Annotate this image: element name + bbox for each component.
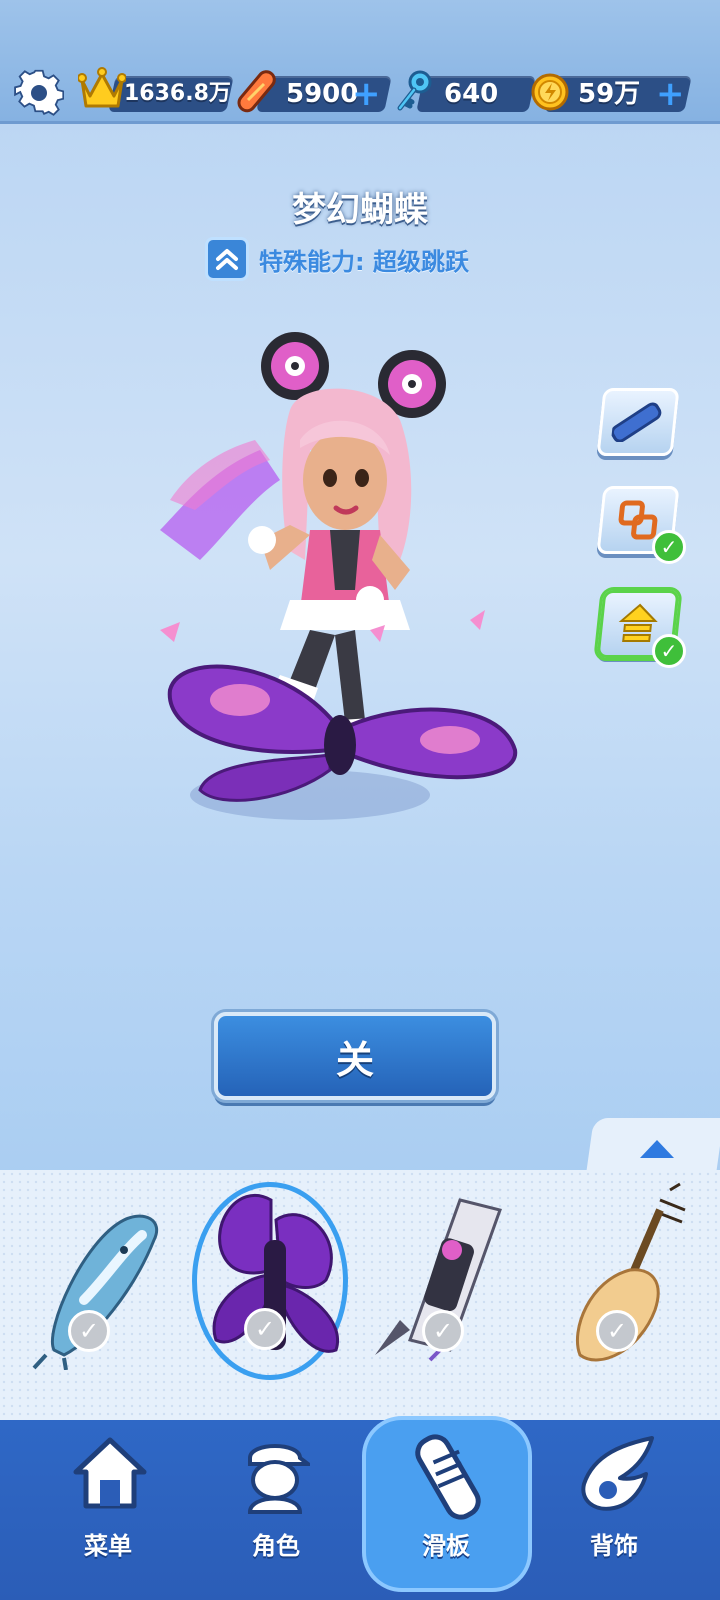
butterfly-owned-check-icon: ✓ — [244, 1308, 286, 1350]
nav-label-backpack: 背饰 — [590, 1532, 638, 1560]
board-name: 梦幻蝴蝶 — [292, 190, 428, 230]
upgrade-checked-icon: ✓ — [652, 634, 686, 668]
nav-label-menu: 菜单 — [84, 1532, 132, 1560]
crown-icon — [77, 66, 127, 116]
nav-item-backpack[interactable]: 背饰 — [534, 1430, 694, 1580]
character-icon — [247, 1444, 310, 1514]
chevron-up-icon[interactable] — [640, 1140, 674, 1158]
carousel-item-whale-board[interactable]: ✓ — [24, 1180, 184, 1370]
add-coins-button[interactable]: + — [656, 77, 685, 111]
carousel-item-butterfly-board[interactable]: ✓ — [196, 1180, 356, 1370]
special-ability: 特殊能力: 超级跳跃 — [205, 236, 469, 282]
pipa-owned-check-icon: ✓ — [596, 1310, 638, 1352]
nav-item-menu[interactable]: 菜单 — [28, 1430, 188, 1580]
wing-icon — [581, 1436, 654, 1511]
coin-icon — [530, 72, 570, 116]
carousel-item-pipa-board[interactable]: ✓ — [560, 1180, 720, 1370]
settings-gear-icon[interactable] — [14, 68, 65, 118]
keys-value: 640 — [444, 79, 499, 109]
coins-value: 59万 — [578, 79, 641, 109]
board-icon — [610, 402, 662, 442]
carousel-item-rocket-board[interactable]: ✓ — [370, 1180, 530, 1370]
hoverboard-currency-icon — [234, 70, 278, 118]
crowns-value: 1636.8万 — [124, 81, 231, 106]
nav-label-character: 角色 — [252, 1532, 300, 1560]
link-checked-icon: ✓ — [652, 530, 686, 564]
add-hoverboards-button[interactable]: + — [352, 77, 381, 111]
nav-item-character[interactable]: 角色 — [196, 1430, 356, 1580]
toggle-off-button[interactable]: 关 — [214, 1012, 496, 1100]
hoverboards-value: 5900 — [286, 79, 359, 109]
hoverboard-icon — [415, 1434, 481, 1520]
nav-label-hoverboard: 滑板 — [422, 1532, 470, 1560]
toggle-off-label: 关 — [335, 1037, 374, 1082]
double-chevron-up-icon — [205, 237, 249, 281]
ability-text: 特殊能力: 超级跳跃 — [259, 247, 469, 276]
house-icon — [73, 1437, 147, 1509]
whale-owned-check-icon: ✓ — [68, 1310, 110, 1352]
nav-item-hoverboard[interactable]: 滑板 — [366, 1430, 526, 1580]
key-icon — [394, 68, 436, 118]
board-select-button[interactable] — [596, 388, 680, 456]
rocket-owned-check-icon: ✓ — [422, 1310, 464, 1352]
character-on-butterfly-board[interactable] — [140, 330, 540, 850]
